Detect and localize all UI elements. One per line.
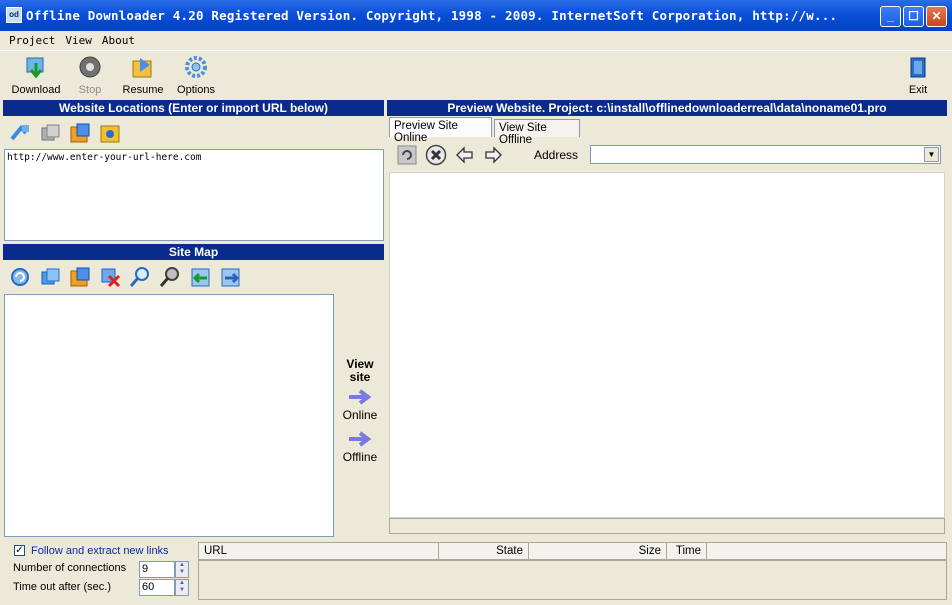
copy-url-icon[interactable] xyxy=(39,122,61,144)
folder-map-icon[interactable] xyxy=(69,266,91,288)
column-state[interactable]: State xyxy=(439,543,529,559)
download-grid-header: URL State Size Time xyxy=(198,542,947,560)
tab-view-offline[interactable]: View Site Offline xyxy=(494,119,580,146)
back-icon[interactable] xyxy=(455,146,475,164)
browser-view[interactable] xyxy=(389,172,945,518)
address-label: Address xyxy=(534,148,579,162)
url-entry[interactable]: http://www.enter-your-url-here.com xyxy=(5,150,383,165)
view-site-label: View site xyxy=(346,357,374,384)
column-size[interactable]: Size xyxy=(529,543,667,559)
menu-bar: Project View About xyxy=(0,31,952,50)
tab-preview-online[interactable]: Preview Site Online xyxy=(389,117,492,144)
open-folder-icon[interactable] xyxy=(69,122,91,144)
column-time[interactable]: Time xyxy=(667,543,707,559)
stop-icon xyxy=(77,55,103,81)
address-input[interactable]: ▼ xyxy=(590,145,941,164)
delete-map-icon[interactable] xyxy=(99,266,121,288)
import-url-icon[interactable] xyxy=(9,122,31,144)
refresh-icon[interactable] xyxy=(397,145,417,165)
address-dropdown-icon[interactable]: ▼ xyxy=(924,147,939,162)
exit-button[interactable]: Exit xyxy=(903,55,933,96)
connections-spin-icon[interactable]: ▲ ▼ xyxy=(175,561,189,578)
column-filler xyxy=(707,543,946,559)
connections-stepper[interactable]: 9 ▲ ▼ xyxy=(139,561,191,578)
follow-links-checkbox[interactable]: ✓ xyxy=(14,545,25,556)
options-button[interactable]: Options xyxy=(175,55,217,96)
app-icon[interactable]: od xyxy=(6,7,22,23)
sitemap-toolbar xyxy=(3,262,384,292)
timeout-stepper[interactable]: 60 ▲ ▼ xyxy=(139,579,191,596)
gear-icon xyxy=(183,55,209,81)
main-toolbar: Download Stop Resume Options Exit xyxy=(0,50,952,98)
copy-map-icon[interactable] xyxy=(39,266,61,288)
import-map-icon[interactable] xyxy=(189,266,211,288)
maximize-button[interactable]: ☐ xyxy=(903,6,924,27)
view-offline-arrow-icon[interactable] xyxy=(347,430,373,448)
refresh-map-icon[interactable] xyxy=(9,266,31,288)
url-list-input[interactable]: http://www.enter-your-url-here.com xyxy=(4,149,384,241)
search-icon[interactable] xyxy=(129,266,151,288)
site-map-header: Site Map xyxy=(3,244,384,260)
menu-view[interactable]: View xyxy=(60,31,97,47)
view-offline-button[interactable]: Offline xyxy=(336,450,384,464)
find-next-icon[interactable] xyxy=(159,266,181,288)
title-bar: od Offline Downloader 4.20 Registered Ve… xyxy=(0,0,952,31)
browser-status-bar xyxy=(389,518,945,534)
timeout-spin-icon[interactable]: ▲ ▼ xyxy=(175,579,189,596)
view-online-arrow-icon[interactable] xyxy=(347,388,373,406)
stop-load-icon[interactable] xyxy=(425,144,447,166)
download-button[interactable]: Download xyxy=(10,55,62,96)
follow-links-label[interactable]: Follow and extract new links xyxy=(31,545,169,557)
column-url[interactable]: URL xyxy=(199,543,439,559)
download-icon xyxy=(23,55,49,81)
download-settings: ✓ Follow and extract new links Number of… xyxy=(4,540,196,602)
view-online-button[interactable]: Online xyxy=(336,408,384,422)
forward-icon[interactable] xyxy=(483,146,503,164)
save-url-icon[interactable] xyxy=(99,122,121,144)
website-locations-header: Website Locations (Enter or import URL b… xyxy=(3,100,384,116)
timeout-label: Time out after (sec.) xyxy=(13,581,112,593)
site-map-tree[interactable] xyxy=(4,294,334,537)
minimize-button[interactable]: _ xyxy=(880,6,901,27)
browser-toolbar: Address ▼ xyxy=(387,138,947,170)
preview-header: Preview Website. Project: c:\install\off… xyxy=(387,100,947,116)
export-map-icon[interactable] xyxy=(219,266,241,288)
menu-project[interactable]: Project xyxy=(0,31,60,47)
view-site-panel: View site Online Offline xyxy=(336,357,384,465)
stop-button[interactable]: Stop xyxy=(74,55,106,96)
connections-label: Number of connections xyxy=(13,562,127,574)
locations-toolbar xyxy=(3,118,384,148)
resume-icon xyxy=(130,55,156,81)
window-title: Offline Downloader 4.20 Registered Versi… xyxy=(26,8,838,23)
close-button[interactable]: ✕ xyxy=(926,6,947,27)
exit-door-icon xyxy=(905,55,931,81)
timeout-value[interactable]: 60 xyxy=(139,579,175,596)
connections-value[interactable]: 9 xyxy=(139,561,175,578)
download-grid[interactable] xyxy=(198,560,947,600)
menu-about[interactable]: About xyxy=(97,31,140,47)
resume-button[interactable]: Resume xyxy=(120,55,166,96)
